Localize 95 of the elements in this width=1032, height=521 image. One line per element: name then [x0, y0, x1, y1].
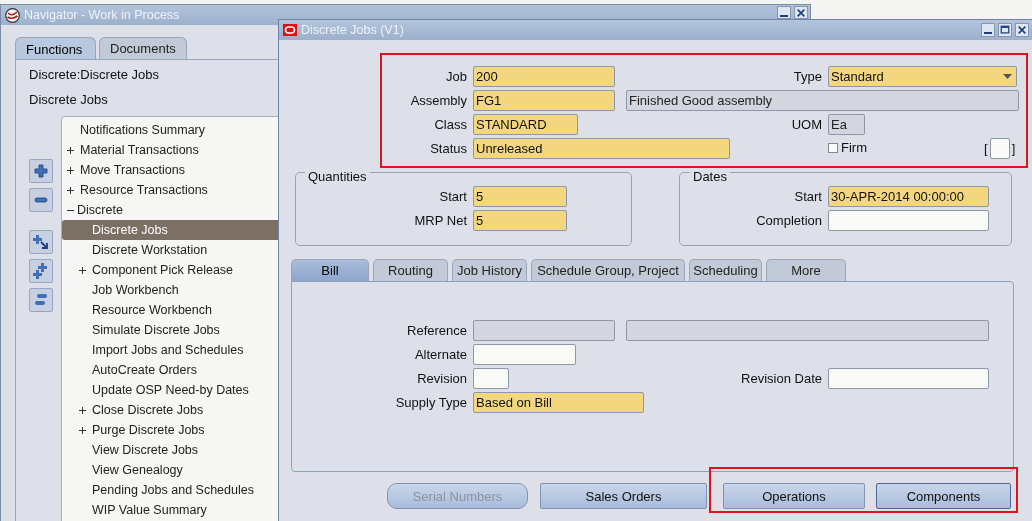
field-label: Reference: [406, 323, 467, 338]
text-field[interactable]: Finished Good assembly: [626, 90, 1019, 111]
tab[interactable]: Job History: [452, 259, 527, 281]
tab[interactable]: Documents: [99, 37, 187, 59]
dropdown-field[interactable]: Standard: [828, 66, 1017, 87]
close-button[interactable]: [794, 6, 808, 19]
tree-item[interactable]: Material Transactions: [62, 140, 278, 160]
tree-item[interactable]: Notifications Summary: [62, 120, 278, 140]
tree-item[interactable]: View Discrete Jobs: [62, 440, 278, 460]
tab[interactable]: Schedule Group, Project: [531, 259, 685, 281]
expand-button[interactable]: [29, 159, 53, 183]
checkbox-label: Firm: [841, 140, 867, 155]
text-field[interactable]: [473, 320, 615, 341]
group-title: Quantities: [305, 169, 370, 184]
tree-item[interactable]: Simulate Discrete Jobs: [62, 320, 278, 340]
field-label: Completion: [755, 213, 822, 228]
minimize-icon: [780, 14, 788, 17]
window-title: Discrete Jobs (V1): [301, 23, 404, 37]
tree-item[interactable]: Job Workbench: [62, 280, 278, 300]
field-label: Assembly: [409, 93, 467, 108]
bracket: ]: [1011, 141, 1016, 156]
tree-item[interactable]: Resource Workbench: [62, 300, 278, 320]
bracket: [: [984, 141, 988, 156]
tree-item[interactable]: Discrete: [62, 200, 278, 220]
current-function: Discrete Jobs: [29, 92, 108, 107]
group-title: Dates: [690, 169, 730, 184]
field-label: Supply Type: [394, 395, 467, 410]
action-button[interactable]: Components: [876, 483, 1011, 509]
close-button[interactable]: [1015, 23, 1029, 37]
text-field[interactable]: Based on Bill: [473, 392, 644, 413]
tab[interactable]: More: [766, 259, 846, 281]
collapse-button[interactable]: [29, 188, 53, 212]
text-field[interactable]: Ea: [828, 114, 865, 135]
maximize-icon: [1000, 25, 1010, 35]
field-label: Start: [793, 189, 822, 204]
tree-item[interactable]: View Genealogy: [62, 460, 278, 480]
close-icon: [1017, 25, 1027, 35]
maximize-button[interactable]: [998, 23, 1012, 37]
collapse-all-button[interactable]: [29, 288, 53, 312]
tab[interactable]: Scheduling: [689, 259, 762, 281]
tab[interactable]: Functions: [15, 37, 96, 60]
field-label: MRP Net: [413, 213, 467, 228]
context-text: Discrete:Discrete Jobs: [29, 67, 160, 82]
tree-item[interactable]: Purge Discrete Jobs: [62, 420, 278, 440]
tree-item[interactable]: Resource Transactions: [62, 180, 278, 200]
field-label: Job: [445, 69, 467, 84]
text-field[interactable]: 30-APR-2014 00:00:00: [828, 186, 989, 207]
text-field[interactable]: [828, 210, 989, 231]
text-field[interactable]: 5: [473, 186, 567, 207]
action-button[interactable]: Sales Orders: [540, 483, 707, 509]
field-label: Class: [433, 117, 467, 132]
tree-item[interactable]: Pending Jobs and Schedules: [62, 480, 278, 500]
field-label: Revision Date: [740, 371, 822, 386]
field-label: UOM: [790, 117, 822, 132]
text-field[interactable]: STANDARD: [473, 114, 578, 135]
action-button[interactable]: Operations: [723, 483, 865, 509]
text-field[interactable]: [473, 368, 509, 389]
minimize-button[interactable]: [777, 6, 791, 19]
text-field[interactable]: [989, 138, 1010, 159]
text-field[interactable]: 200: [473, 66, 615, 87]
tab[interactable]: Routing: [373, 259, 448, 281]
close-icon: [796, 7, 806, 18]
expand-branch-button[interactable]: [29, 230, 53, 254]
tree-item[interactable]: Import Jobs and Schedules: [62, 340, 278, 360]
text-field[interactable]: 5: [473, 210, 567, 231]
plus-icon: [33, 163, 49, 179]
checkbox[interactable]: [828, 142, 838, 153]
tree-item[interactable]: AutoCreate Orders: [62, 360, 278, 380]
tree-item[interactable]: Component Pick Release: [62, 260, 278, 280]
field-label: Status: [429, 141, 467, 156]
double-plus-icon: [33, 263, 49, 279]
expand-all-button[interactable]: [29, 259, 53, 283]
tree-item[interactable]: Update OSP Need-by Dates: [62, 380, 278, 400]
field-label: Start: [438, 189, 467, 204]
tree-item[interactable]: Move Transactions: [62, 160, 278, 180]
text-field[interactable]: [473, 344, 576, 365]
tree-item[interactable]: WIP Value Summary: [62, 500, 278, 520]
double-minus-icon: [33, 292, 49, 308]
globe-icon: [5, 7, 20, 23]
text-field[interactable]: FG1: [473, 90, 615, 111]
window-title: Navigator - Work in Process: [24, 8, 180, 22]
field-label: Alternate: [413, 347, 467, 362]
minimize-button[interactable]: [981, 23, 995, 37]
text-field[interactable]: Unreleased: [473, 138, 730, 159]
tree-item[interactable]: Discrete Workstation: [62, 240, 278, 260]
text-field[interactable]: [828, 368, 989, 389]
minimize-icon: [984, 32, 992, 34]
field-label: Type: [792, 69, 822, 84]
text-field[interactable]: [626, 320, 989, 341]
field-label: Revision: [416, 371, 467, 386]
tree-item[interactable]: Discrete Jobs: [62, 220, 278, 240]
tree-item[interactable]: Close Discrete Jobs: [62, 400, 278, 420]
oracle-logo-icon: [283, 24, 297, 36]
tab[interactable]: Bill: [291, 259, 369, 281]
plus-arrow-icon: [33, 234, 49, 250]
